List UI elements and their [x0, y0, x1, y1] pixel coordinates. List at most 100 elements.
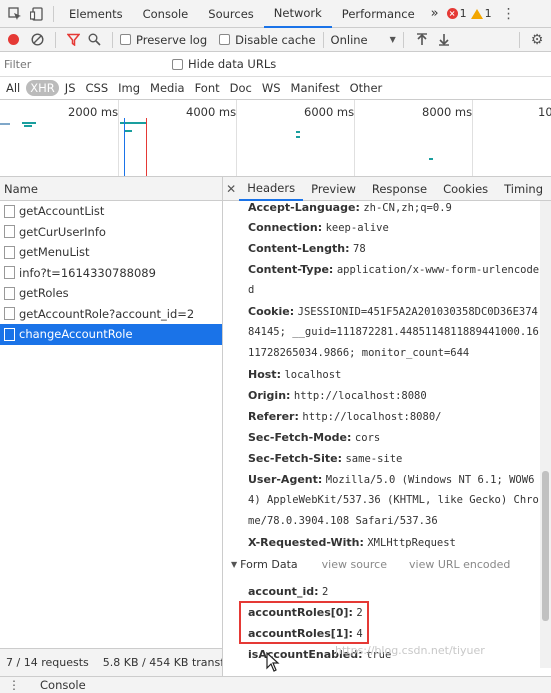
- request-name: getAccountRole?account_id=2: [19, 306, 195, 321]
- header-row: Host: localhost: [248, 368, 342, 381]
- type-img[interactable]: Img: [114, 80, 144, 96]
- request-row-selected[interactable]: changeAccountRole: [0, 324, 222, 345]
- header-row: Origin: http://localhost:8080: [248, 389, 427, 402]
- request-name: getRoles: [19, 286, 69, 301]
- checkbox-box[interactable]: [219, 34, 231, 45]
- timeline-bar: [296, 131, 300, 133]
- type-xhr[interactable]: XHR: [26, 80, 59, 96]
- type-doc[interactable]: Doc: [226, 80, 256, 96]
- request-row[interactable]: getMenuList: [0, 242, 222, 263]
- view-url-encoded-link[interactable]: view URL encoded: [409, 558, 510, 571]
- timeline-tick-label: 2000 ms: [68, 105, 119, 119]
- timeline-bar: [296, 136, 300, 138]
- filter-input[interactable]: [4, 57, 154, 71]
- search-icon[interactable]: [83, 28, 105, 52]
- type-js[interactable]: JS: [61, 80, 80, 96]
- warning-count: 1: [484, 7, 492, 20]
- timeline-tick-label: 4000 ms: [186, 105, 237, 119]
- request-row[interactable]: getAccountRole?account_id=2: [0, 304, 222, 325]
- type-font[interactable]: Font: [191, 80, 224, 96]
- file-icon: [4, 204, 15, 218]
- tab-preview[interactable]: Preview: [303, 177, 364, 201]
- export-har-icon[interactable]: [433, 28, 455, 52]
- scrollbar-thumb[interactable]: [542, 471, 549, 621]
- type-other[interactable]: Other: [346, 80, 387, 96]
- name-column-header[interactable]: Name: [0, 177, 223, 201]
- more-tabs-button[interactable]: »: [425, 0, 445, 28]
- resource-type-filter: All XHR JS CSS Img Media Font Doc WS Man…: [0, 77, 551, 100]
- type-css[interactable]: CSS: [82, 80, 113, 96]
- error-count-badge[interactable]: × 1 1: [446, 7, 492, 20]
- device-toolbar-icon[interactable]: [26, 0, 48, 28]
- tab-headers[interactable]: Headers: [239, 177, 304, 201]
- checkbox-box[interactable]: [172, 58, 183, 70]
- header-row: Cookie: JSESSIONID=451F5A2A201030358DC0D…: [248, 305, 538, 318]
- timeline-bar: [124, 130, 132, 132]
- import-har-icon[interactable]: [411, 28, 433, 52]
- tab-cookies[interactable]: Cookies: [435, 177, 496, 201]
- console-drawer-tab[interactable]: Console: [40, 678, 86, 692]
- tab-sources[interactable]: Sources: [198, 0, 264, 28]
- close-icon[interactable]: ✕: [223, 177, 239, 201]
- form-data-section-header[interactable]: ▼ Form Data view source view URL encoded: [231, 558, 510, 571]
- record-icon[interactable]: [0, 28, 26, 52]
- header-row: Sec-Fetch-Site: same-site: [248, 452, 403, 465]
- request-row[interactable]: info?t=1614330788089: [0, 263, 222, 284]
- warning-icon: [470, 8, 483, 19]
- inspect-element-icon[interactable]: [4, 0, 26, 28]
- triangle-down-icon: ▼: [231, 560, 238, 569]
- tab-timing[interactable]: Timing: [496, 177, 551, 201]
- request-list: getAccountList getCurUserInfo getMenuLis…: [0, 201, 223, 648]
- filter-bar: Hide data URLs: [0, 52, 551, 77]
- checkbox-box[interactable]: [120, 34, 131, 45]
- header-value-continuation: 84145; __guid=111872281.4485114811889441…: [248, 326, 539, 338]
- type-all[interactable]: All: [2, 80, 24, 96]
- timeline-tick-label: 8000 ms: [422, 105, 473, 119]
- header-row: Content-Type: application/x-www-form-url…: [248, 263, 540, 276]
- view-source-link[interactable]: view source: [322, 558, 387, 571]
- request-name: changeAccountRole: [19, 327, 133, 342]
- request-row[interactable]: getCurUserInfo: [0, 222, 222, 243]
- divider: [322, 31, 324, 48]
- tab-network[interactable]: Network: [263, 0, 332, 28]
- tab-performance[interactable]: Performance: [332, 0, 425, 28]
- timeline-gridline: [472, 100, 473, 176]
- request-row[interactable]: getAccountList: [0, 201, 222, 222]
- network-status-bar: 7 / 14 requests 5.8 KB / 454 KB transfer: [0, 648, 223, 676]
- detail-scrollbar[interactable]: [540, 201, 551, 668]
- header-value-continuation: 11728265034.9866; monitor_count=644: [248, 347, 470, 359]
- filter-icon[interactable]: [63, 28, 83, 52]
- tab-elements[interactable]: Elements: [59, 0, 133, 28]
- preserve-log-label: Preserve log: [136, 32, 208, 47]
- throttling-select[interactable]: Online ▼: [331, 33, 396, 47]
- load-event-marker: [146, 118, 147, 176]
- request-name: getMenuList: [19, 245, 90, 260]
- hide-data-urls-checkbox[interactable]: Hide data URLs: [172, 57, 276, 71]
- request-row[interactable]: getRoles: [0, 283, 222, 304]
- file-icon: [4, 327, 15, 341]
- drawer-menu-icon[interactable]: ⋮: [8, 678, 20, 692]
- timeline-bar: [22, 122, 36, 124]
- divider: [112, 31, 113, 48]
- settings-icon[interactable]: ⋮: [500, 0, 518, 28]
- type-manifest[interactable]: Manifest: [287, 80, 344, 96]
- tab-response[interactable]: Response: [364, 177, 435, 201]
- header-row: X-Requested-With: XMLHttpRequest: [248, 536, 456, 549]
- preserve-log-checkbox[interactable]: Preserve log: [120, 33, 207, 47]
- timeline-gridline: [236, 100, 237, 176]
- console-drawer-bar[interactable]: ⋮ Console: [0, 676, 551, 693]
- request-name: info?t=1614330788089: [19, 265, 156, 280]
- type-media[interactable]: Media: [146, 80, 189, 96]
- name-column-label: Name: [4, 181, 38, 196]
- request-name: getCurUserInfo: [19, 224, 106, 239]
- timeline-bar: [0, 123, 10, 125]
- disable-cache-checkbox[interactable]: Disable cache: [219, 33, 316, 47]
- gear-icon[interactable]: ⚙: [527, 28, 547, 52]
- network-overview-timeline[interactable]: 2000 ms 4000 ms 6000 ms 8000 ms 10: [0, 100, 551, 177]
- type-ws[interactable]: WS: [258, 80, 285, 96]
- tab-console[interactable]: Console: [133, 0, 199, 28]
- network-toolbar: Preserve log Disable cache Online ▼ ⚙: [0, 28, 551, 52]
- clear-icon[interactable]: [26, 28, 48, 52]
- header-row: Connection: keep-alive: [248, 221, 389, 234]
- header-row: User-Agent: Mozilla/5.0 (Windows NT 6.1;…: [248, 473, 535, 486]
